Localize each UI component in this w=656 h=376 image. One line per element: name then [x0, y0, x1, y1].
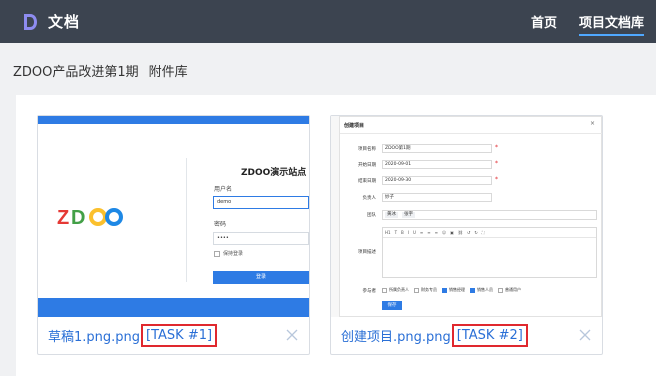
preview-login-button: 登录: [213, 271, 309, 284]
breadcrumb: ZDOO产品改进第1期 附件库: [13, 61, 188, 80]
attachment-filename-2[interactable]: 创建项目.png.png: [341, 326, 451, 345]
preview-top-band: [38, 116, 309, 124]
preview-editor-toolbar: H1 T B I U ≡ ≡ ≡ ☺ ▣ ⛓ ↺ ↻ ⛶: [383, 228, 596, 238]
preview-field-value: ZDOO第1期: [382, 144, 492, 153]
attachment-task-tag-1[interactable]: [TASK #1]: [141, 324, 218, 347]
attachment-footer-1: 草稿1.png.png [TASK #1]: [38, 317, 309, 354]
preview-team-label: 团队: [367, 213, 376, 218]
svg-text:Z: Z: [57, 207, 69, 228]
attachment-filename-1[interactable]: 草稿1.png.png: [48, 326, 140, 345]
preview-team-chip: 黄冰: [385, 212, 398, 218]
attachment-task-tag-2[interactable]: [TASK #2]: [451, 324, 528, 347]
preview-password-field: ••••: [213, 232, 309, 245]
preview-field-label: 结束日期: [358, 179, 376, 184]
preview-participants-label: 参与者: [362, 289, 377, 294]
app-title: 文档: [48, 13, 81, 31]
close-icon[interactable]: [285, 327, 299, 341]
preview-dialog-close-icon: ×: [589, 120, 595, 127]
breadcrumb-project[interactable]: ZDOO产品改进第1期: [13, 61, 139, 80]
preview-password-label: 密码: [214, 221, 227, 228]
preview-field-value: 2020-09-30: [382, 176, 492, 185]
top-nav: 首页 项目文档库: [509, 0, 645, 43]
preview-field-value: 妙子: [382, 193, 492, 202]
nav-home[interactable]: 首页: [531, 0, 557, 43]
preview-username-field: demo: [213, 196, 309, 209]
svg-text:D: D: [71, 207, 85, 228]
preview-remember-checkbox: 保持登录: [214, 250, 243, 257]
close-icon[interactable]: [578, 327, 592, 341]
preview-create-project-dialog: 创建项目 × 项目名称 ZDOO第1期 * 开始日期 2020-09-01 * …: [339, 116, 602, 317]
preview-field-label: 项目名称: [358, 147, 376, 152]
zdoo-logo: Z D: [57, 206, 127, 232]
preview-divider: [186, 158, 187, 282]
preview-desc-editor: H1 T B I U ≡ ≡ ≡ ☺ ▣ ⛓ ↺ ↻ ⛶: [382, 227, 597, 278]
preview-desc-label: 项目描述: [358, 250, 376, 255]
preview-dialog-title: 创建项目: [344, 123, 365, 129]
preview-save-button: 保存: [382, 301, 402, 310]
nav-project-library[interactable]: 项目文档库: [578, 0, 645, 43]
attachment-footer-2: 创建项目.png.png [TASK #2]: [331, 317, 602, 354]
attachment-card-2[interactable]: 创建项目 × 项目名称 ZDOO第1期 * 开始日期 2020-09-01 * …: [330, 115, 603, 355]
attachments-panel: Z D ZDOO演示站点 用户名 demo 密码 •••• 保持登录 登录 草稿…: [16, 95, 656, 376]
preview-field-label: 负责人: [362, 196, 377, 201]
preview-username-label: 用户名: [214, 186, 233, 193]
preview-bottom-band: [38, 298, 309, 317]
attachment-preview-2[interactable]: 创建项目 × 项目名称 ZDOO第1期 * 开始日期 2020-09-01 * …: [331, 116, 602, 317]
preview-team-chip: 张宇: [402, 212, 415, 218]
attachment-preview-1[interactable]: Z D ZDOO演示站点 用户名 demo 密码 •••• 保持登录 登录: [38, 116, 309, 317]
preview-participants-options: 所属负责人 财务专员 销售经理 销售人员 普通用户: [382, 287, 526, 293]
preview-team-field: 黄冰 张宇: [382, 210, 597, 220]
breadcrumb-section: 附件库: [148, 65, 188, 80]
preview-field-value: 2020-09-01: [382, 160, 492, 169]
attachment-card-1[interactable]: Z D ZDOO演示站点 用户名 demo 密码 •••• 保持登录 登录 草稿…: [37, 115, 310, 355]
preview-field-label: 开始日期: [358, 163, 376, 168]
preview-site-title: ZDOO演示站点: [241, 168, 307, 178]
top-bar: 文档 首页 项目文档库: [0, 0, 656, 43]
doc-logo-icon[interactable]: [22, 13, 38, 31]
